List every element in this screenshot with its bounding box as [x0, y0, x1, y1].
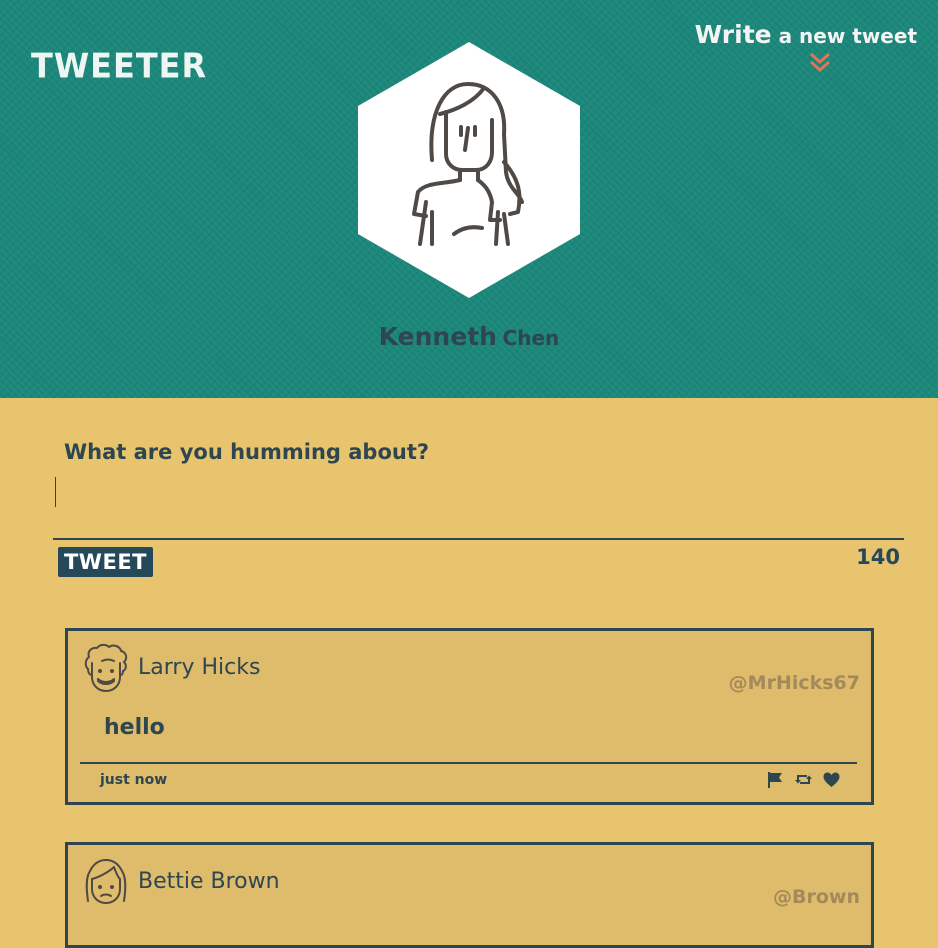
tweet-avatar[interactable] — [82, 857, 130, 909]
character-counter: 140 — [856, 545, 900, 569]
write-new-tweet-link[interactable]: Write a new tweet — [695, 20, 917, 49]
profile-first-name: Kenneth — [378, 322, 497, 351]
profile-avatar — [358, 42, 580, 298]
tweet-author-name[interactable]: Bettie Brown — [138, 869, 280, 894]
tweet-actions — [766, 770, 841, 789]
tweet-timestamp: just now — [100, 772, 168, 788]
retweet-icon[interactable] — [794, 770, 813, 789]
tweet-author-name[interactable]: Larry Hicks — [138, 655, 260, 680]
compose-prompt: What are you humming about? — [64, 440, 430, 464]
tweet-author-handle[interactable]: @MrHicks67 — [729, 672, 860, 694]
tweet-text: hello — [104, 715, 165, 740]
profile-header: TWEETER Write a new tweet Kenneth Chen — [0, 0, 938, 398]
write-new-tweet-small-text: a new tweet — [771, 24, 917, 48]
tweet-button[interactable]: TWEET — [58, 547, 153, 577]
tweet-card: Bettie Brown @Brown — [65, 842, 874, 948]
tweet-card: Larry Hicks @MrHicks67 hello just now — [65, 628, 874, 805]
heart-icon[interactable] — [822, 770, 841, 789]
chevron-down-icon[interactable] — [808, 52, 832, 74]
woman-avatar-icon — [85, 859, 127, 904]
tweet-avatar[interactable] — [82, 643, 130, 695]
app-logo[interactable]: TWEETER — [31, 45, 207, 87]
flag-icon[interactable] — [766, 770, 785, 789]
profile-last-name: Chen — [502, 326, 560, 350]
tweet-author-handle[interactable]: @Brown — [773, 886, 860, 908]
curly-hair-man-avatar-icon — [84, 643, 128, 692]
tweet-input[interactable] — [53, 472, 904, 540]
profile-name: Kenneth Chen — [0, 322, 938, 351]
tweet-divider — [80, 762, 857, 764]
text-caret — [55, 477, 56, 507]
write-new-tweet-big-text: Write — [694, 20, 772, 49]
